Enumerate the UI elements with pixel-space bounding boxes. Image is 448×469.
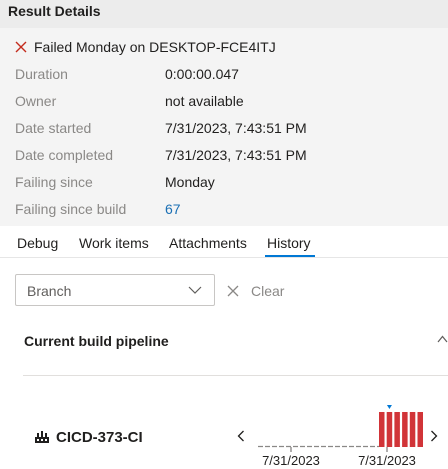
failing-build-link[interactable]: 67 <box>165 201 181 217</box>
result-details-panel: Failed Monday on DESKTOP-FCE4ITJ Duratio… <box>0 28 448 226</box>
detail-value: 7/31/2023, 7:43:51 PM <box>165 147 307 163</box>
history-bar[interactable] <box>379 412 385 447</box>
status-text: Failed Monday on DESKTOP-FCE4ITJ <box>34 39 276 55</box>
status-line: Failed Monday on DESKTOP-FCE4ITJ <box>15 38 276 56</box>
result-details-header: Result Details <box>0 0 448 28</box>
section-divider <box>23 375 448 376</box>
history-bar[interactable] <box>402 412 408 447</box>
detail-row-date-completed: Date completed 7/31/2023, 7:43:51 PM <box>15 147 435 167</box>
x-tick-label: 7/31/2023 <box>262 453 320 468</box>
panel-title: Result Details <box>8 3 101 19</box>
history-bar[interactable] <box>409 412 416 447</box>
detail-value: 7/31/2023, 7:43:51 PM <box>165 120 307 136</box>
detail-row-duration: Duration 0:00:00.047 <box>15 66 435 86</box>
detail-value: not available <box>165 93 244 109</box>
section-title: Current build pipeline <box>24 333 169 349</box>
detail-row-date-started: Date started 7/31/2023, 7:43:51 PM <box>15 120 435 140</box>
selected-build-marker <box>386 405 392 409</box>
clear-label: Clear <box>251 283 285 299</box>
detail-row-failing-since-build: Failing since build 67 <box>15 201 435 221</box>
detail-label: Date started <box>15 120 92 136</box>
pipeline-name: CICD-373-CI <box>56 428 143 446</box>
tab-attachments[interactable]: Attachments <box>169 235 247 251</box>
history-chart: 7/31/2023 7/31/2023 <box>258 405 424 468</box>
history-bar[interactable] <box>417 412 424 447</box>
branch-dropdown[interactable]: Branch <box>15 274 215 306</box>
tab-debug[interactable]: Debug <box>17 235 58 251</box>
tab-history[interactable]: History <box>267 235 311 251</box>
tab-work-items[interactable]: Work items <box>79 235 149 251</box>
history-bar[interactable] <box>386 412 393 447</box>
chevron-left-icon[interactable] <box>237 430 245 442</box>
chevron-down-icon <box>188 286 202 294</box>
tab-bar: Debug Work items Attachments History <box>0 226 448 258</box>
detail-row-failing-since: Failing since Monday <box>15 174 435 194</box>
detail-label: Duration <box>15 66 68 82</box>
pipeline-label: CICD-373-CI <box>34 427 143 447</box>
detail-label: Date completed <box>15 147 114 163</box>
history-bar[interactable] <box>394 412 400 447</box>
branch-placeholder: Branch <box>27 283 72 299</box>
build-pipeline-icon <box>35 431 49 443</box>
active-tab-indicator <box>265 255 315 257</box>
detail-label: Failing since <box>15 174 93 190</box>
clear-button[interactable]: Clear <box>227 281 284 301</box>
detail-label: Owner <box>15 93 57 109</box>
chevron-up-icon[interactable] <box>437 335 448 343</box>
close-icon <box>227 285 239 297</box>
detail-label: Failing since build <box>15 201 127 217</box>
detail-row-owner: Owner not available <box>15 93 435 113</box>
detail-value: Monday <box>165 174 215 190</box>
detail-value: 0:00:00.047 <box>165 66 239 82</box>
x-tick-label: 7/31/2023 <box>358 453 416 468</box>
chevron-right-icon[interactable] <box>430 430 438 442</box>
close-icon <box>15 41 27 53</box>
